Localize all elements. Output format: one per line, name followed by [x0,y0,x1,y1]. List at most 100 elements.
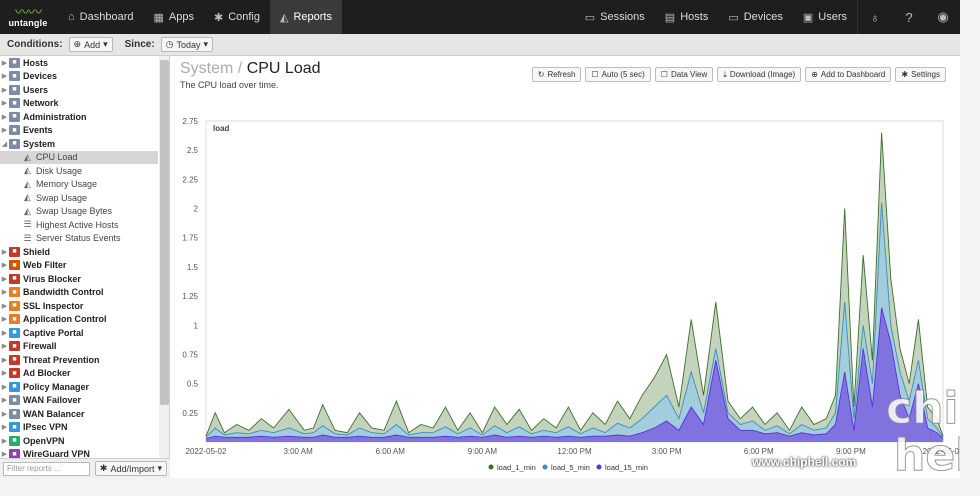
download-image-button[interactable]: ⤓ Download (Image) [717,67,802,82]
add-to-dashboard-button[interactable]: ⊕ Add to Dashboard [805,67,892,82]
data-view-toggle[interactable]: ☐ Data View [654,67,714,82]
x-tick-label: 2022-05-02 [186,447,227,456]
expanded-arrow-icon[interactable]: ◢ [0,140,9,148]
sidebar-item-label: Ad Blocker [23,368,71,379]
sidebar-item-policy-manager[interactable]: ▶ ■ Policy Manager [0,380,158,394]
sidebar-item-cpu-load[interactable]: ◭ CPU Load [0,150,158,164]
sidebar-item-wan-failover[interactable]: ▶ ■ WAN Failover [0,394,158,408]
collapsed-arrow-icon[interactable]: ▶ [0,423,9,431]
app-icon: ■ [9,246,20,257]
sidebar-item-application-control[interactable]: ▶ ■ Application Control [0,313,158,327]
collapsed-arrow-icon[interactable]: ▶ [0,275,9,283]
y-tick-label: 2.25 [182,175,198,184]
sidebar-item-ipsec-vpn[interactable]: ▶ ■ IPsec VPN [0,421,158,435]
nav-dashboard[interactable]: ⌂ Dashboard [58,0,143,34]
app-icon: ■ [9,422,20,433]
filter-reports-input[interactable]: Filter reports ... [3,461,90,476]
sidebar-item-firewall[interactable]: ▶ ■ Firewall [0,340,158,354]
refresh-button[interactable]: ↻ Refresh [531,67,582,82]
sidebar-item-network[interactable]: ▶ ■ Network [0,97,158,111]
collapsed-arrow-icon[interactable]: ▶ [0,288,9,296]
checkbox-icon: ☐ [660,70,668,79]
collapsed-arrow-icon[interactable]: ▶ [0,396,9,404]
collapsed-arrow-icon[interactable]: ▶ [0,248,9,256]
sidebar-item-administration[interactable]: ▶ ■ Administration [0,110,158,124]
nav-users[interactable]: ▣ Users [793,0,857,34]
sidebar-item-events[interactable]: ▶ ■ Events [0,124,158,138]
sidebar-item-label: Threat Prevention [23,354,100,365]
collapsed-arrow-icon[interactable]: ▶ [0,342,9,350]
collapsed-arrow-icon[interactable]: ▶ [0,329,9,337]
app-icon: ■ [9,435,20,446]
sidebar-scrollbar-thumb[interactable] [160,60,169,405]
sidebar-item-bandwidth-control[interactable]: ▶ ■ Bandwidth Control [0,286,158,300]
sidebar-item-threat-prevention[interactable]: ▶ ■ Threat Prevention [0,353,158,367]
data-view-label: Data View [670,70,708,79]
sidebar-item-ad-blocker[interactable]: ▶ ■ Ad Blocker [0,367,158,381]
nav-devices[interactable]: ▭ Devices [718,0,793,34]
collapsed-arrow-icon[interactable]: ▶ [0,113,9,121]
sidebar-item-openvpn[interactable]: ▶ ■ OpenVPN [0,434,158,448]
collapsed-arrow-icon[interactable]: ▶ [0,126,9,134]
sidebar-item-highest-active-hosts[interactable]: ☰ Highest Active Hosts [0,218,158,232]
chart-report-icon: ◭ [24,178,31,189]
add-import-button[interactable]: ✱ Add/Import ▾ [94,461,167,476]
since-dropdown[interactable]: ◷ Today ▾ [160,37,214,52]
sidebar-item-virus-blocker[interactable]: ▶ ■ Virus Blocker [0,272,158,286]
sidebar-item-swap-usage[interactable]: ◭ Swap Usage [0,191,158,205]
sidebar-item-system[interactable]: ◢ ■ System [0,137,158,151]
collapsed-arrow-icon[interactable]: ▶ [0,450,9,458]
help-icon[interactable]: ? [892,0,926,34]
app-icon: ■ [9,71,20,82]
sidebar-item-hosts[interactable]: ▶ ■ Hosts [0,56,158,70]
add-condition-button[interactable]: ⊕ Add ▾ [68,37,113,52]
sidebar-item-swap-usage-bytes[interactable]: ◭ Swap Usage Bytes [0,205,158,219]
table-report-icon: ☰ [23,232,32,243]
nav-hosts[interactable]: ▤ Hosts [655,0,719,34]
app-icon: ■ [9,300,20,311]
reports-sidebar: ▶ ■ Hosts ▶ ■ Devices ▶ ■ Users ▶ ■ Network ▶ ■ Admini… [0,56,170,458]
lightbulb-icon[interactable]: ♁ [858,0,892,34]
collapsed-arrow-icon[interactable]: ▶ [0,315,9,323]
sidebar-item-disk-usage[interactable]: ◭ Disk Usage [0,164,158,178]
sidebar-item-wireguard-vpn[interactable]: ▶ ■ WireGuard VPN [0,448,158,458]
sidebar-scrollbar[interactable] [159,56,169,458]
collapsed-arrow-icon[interactable]: ▶ [0,261,9,269]
sidebar-item-wan-balancer[interactable]: ▶ ■ WAN Balancer [0,407,158,421]
account-icon[interactable]: ◉ [926,0,960,34]
nav-sessions-label: Sessions [600,11,645,23]
collapsed-arrow-icon[interactable]: ▶ [0,302,9,310]
collapsed-arrow-icon[interactable]: ▶ [0,383,9,391]
collapsed-arrow-icon[interactable]: ▶ [0,356,9,364]
home-icon: ⌂ [68,11,75,23]
settings-button[interactable]: ✱ Settings [895,67,946,82]
sidebar-item-label: Bandwidth Control [23,287,104,298]
sidebar-item-users[interactable]: ▶ ■ Users [0,83,158,97]
sidebar-item-memory-usage[interactable]: ◭ Memory Usage [0,178,158,192]
nav-config[interactable]: ✱ Config [204,0,270,34]
right-edge [960,0,980,496]
sidebar-item-web-filter[interactable]: ▶ ■ Web Filter [0,259,158,273]
collapsed-arrow-icon[interactable]: ▶ [0,59,9,67]
collapsed-arrow-icon[interactable]: ▶ [0,86,9,94]
nav-apps[interactable]: ▦ Apps [143,0,203,34]
sidebar-item-devices[interactable]: ▶ ■ Devices [0,70,158,84]
sidebar-item-captive-portal[interactable]: ▶ ■ Captive Portal [0,326,158,340]
sidebar-item-ssl-inspector[interactable]: ▶ ■ SSL Inspector [0,299,158,313]
nav-reports[interactable]: ◭ Reports [269,0,342,34]
plot-area [205,120,944,443]
collapsed-arrow-icon[interactable]: ▶ [0,437,9,445]
sidebar-item-server-status-events[interactable]: ☰ Server Status Events [0,232,158,246]
collapsed-arrow-icon[interactable]: ▶ [0,72,9,80]
sidebar-item-shield[interactable]: ▶ ■ Shield [0,245,158,259]
app-icon: ■ [9,111,20,122]
untangle-logo[interactable]: 〰〰 untangle [0,0,56,34]
download-image-label: Download (Image) [729,70,796,79]
app-icon: ■ [9,98,20,109]
collapsed-arrow-icon[interactable]: ▶ [0,369,9,377]
auto-refresh-toggle[interactable]: ☐ Auto (5 sec) [585,67,651,82]
nav-sessions[interactable]: ▭ Sessions [575,0,655,34]
nav-reports-label: Reports [293,11,332,23]
collapsed-arrow-icon[interactable]: ▶ [0,410,9,418]
collapsed-arrow-icon[interactable]: ▶ [0,99,9,107]
